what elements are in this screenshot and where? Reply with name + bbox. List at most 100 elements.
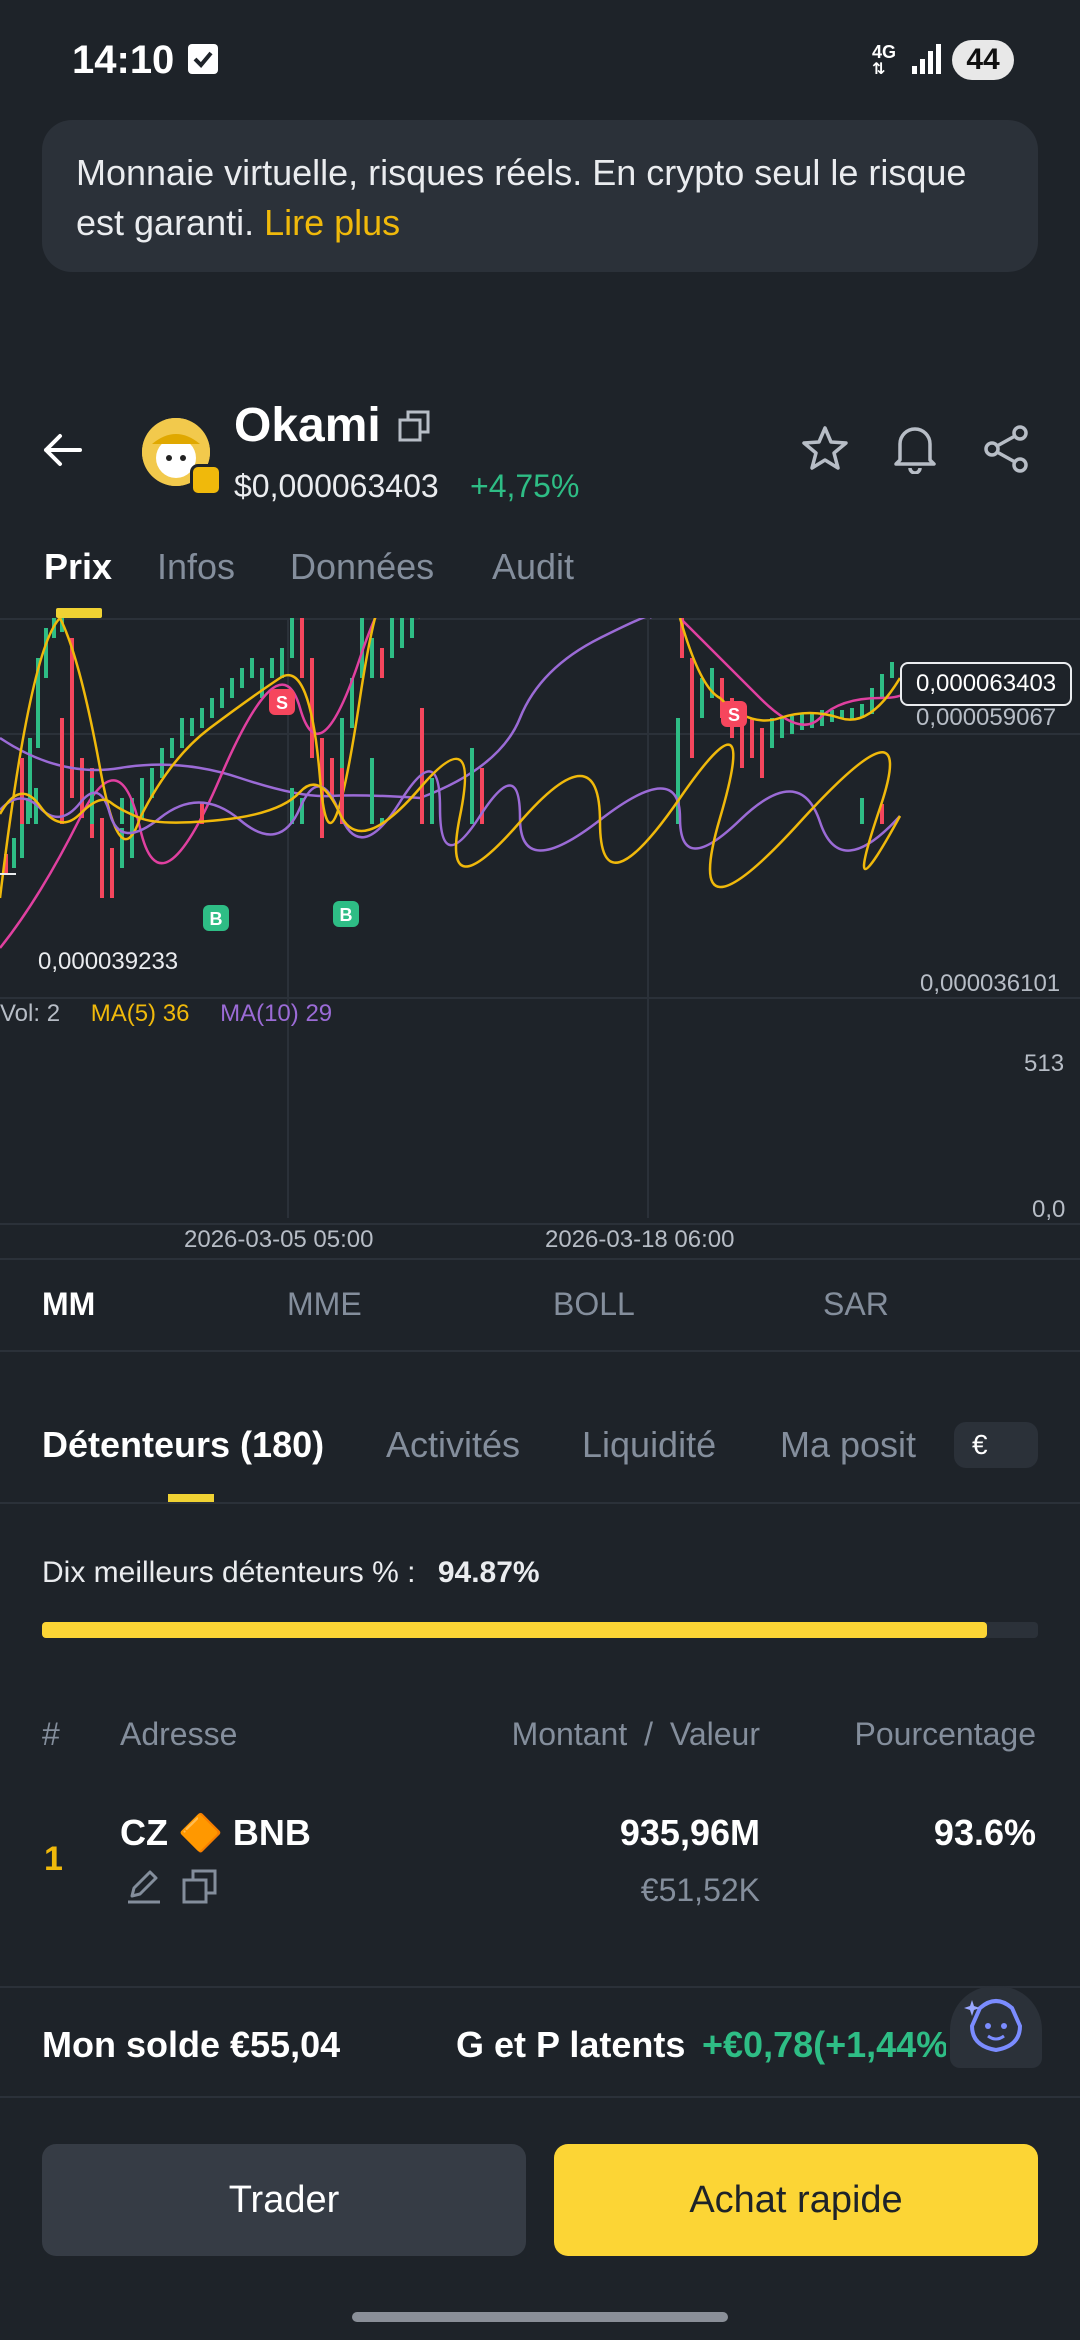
- back-arrow-icon[interactable]: [38, 426, 86, 479]
- bell-icon[interactable]: [890, 422, 940, 479]
- col-header-address: Adresse: [120, 1716, 238, 1752]
- holder-address[interactable]: CZ 🔶 BNB: [120, 1812, 311, 1854]
- ai-assistant-button[interactable]: [950, 1986, 1042, 2068]
- divider: [0, 1258, 1080, 1260]
- token-name: Okami: [234, 399, 381, 452]
- candle: [200, 708, 204, 728]
- tab-audit[interactable]: Audit: [492, 546, 574, 588]
- candle: [390, 618, 394, 658]
- tab-donnees[interactable]: Données: [290, 546, 434, 588]
- candle: [44, 628, 48, 678]
- my-balance: Mon solde €55,04: [42, 2024, 341, 2065]
- tab-my-position[interactable]: Ma posit: [780, 1424, 928, 1466]
- svg-text:B: B: [210, 909, 223, 929]
- trade-marker: B: [203, 905, 229, 931]
- volume-bar: [90, 778, 94, 824]
- candle: [100, 818, 104, 898]
- col-header-amount: Montant: [511, 1716, 628, 1752]
- divider: [0, 1350, 1080, 1352]
- candle: [690, 658, 694, 758]
- col-header-value: Valeur: [669, 1716, 760, 1752]
- volume-bar: [370, 758, 374, 824]
- chain-badge-icon: [190, 464, 222, 496]
- checkbox-notification-icon: [188, 44, 218, 74]
- candle: [160, 748, 164, 778]
- indicator-tab-mme[interactable]: MME: [287, 1286, 362, 1323]
- signal-icon: [910, 42, 944, 81]
- top10-progress-fill: [42, 1622, 987, 1638]
- top10-value: 94.87%: [437, 1556, 540, 1589]
- volume-bar: [20, 758, 24, 824]
- ma5-label: MA(5) 36: [90, 1000, 190, 1027]
- home-indicator[interactable]: [352, 2312, 728, 2322]
- trade-marker: S: [269, 689, 295, 715]
- candle: [380, 648, 384, 678]
- tab-activities[interactable]: Activités: [386, 1424, 520, 1466]
- candle: [230, 678, 234, 698]
- candle: [750, 718, 754, 758]
- token-change: +4,75%: [470, 468, 580, 504]
- candle: [110, 848, 114, 898]
- status-time: 14:10: [72, 38, 175, 82]
- tab-infos[interactable]: Infos: [157, 546, 235, 588]
- col-header-sep: /: [644, 1716, 653, 1752]
- indicator-tab-sar[interactable]: SAR: [823, 1286, 889, 1323]
- candle: [300, 618, 304, 678]
- copy-icon[interactable]: [180, 1866, 220, 1911]
- candle: [760, 728, 764, 778]
- candle: [890, 662, 894, 678]
- divider: [0, 1986, 1080, 1988]
- vol-label: Vol: 2: [0, 1000, 61, 1027]
- candle: [12, 838, 16, 868]
- row-rank: 1: [44, 1840, 63, 1878]
- unrealized-pnl-value: +€0,78(+1,44%): [702, 2024, 946, 2065]
- candle: [270, 658, 274, 678]
- candle: [340, 718, 344, 768]
- candle: [210, 698, 214, 718]
- quick-buy-button[interactable]: Achat rapide: [554, 2144, 1038, 2256]
- candle: [190, 718, 194, 736]
- col-header-percentage: Pourcentage: [854, 1716, 1036, 1752]
- currency-selector[interactable]: €: [954, 1422, 1038, 1468]
- candle: [280, 648, 284, 678]
- read-more-link[interactable]: Lire plus: [264, 202, 400, 243]
- top10-progress-bar: [42, 1622, 1038, 1638]
- candle: [770, 718, 774, 748]
- candle: [400, 618, 404, 648]
- share-icon[interactable]: [982, 424, 1032, 479]
- tab-prix[interactable]: Prix: [44, 546, 112, 588]
- tab-liquidity[interactable]: Liquidité: [582, 1424, 716, 1466]
- candle: [800, 714, 804, 730]
- battery-indicator: 44: [952, 40, 1014, 80]
- tab-holders[interactable]: Détenteurs (180): [42, 1424, 324, 1466]
- copy-icon[interactable]: [396, 408, 432, 449]
- price-level-label: 0,000059067: [916, 704, 1057, 731]
- indicator-tab-mm[interactable]: MM: [42, 1286, 95, 1323]
- candle: [810, 712, 814, 728]
- candle: [790, 716, 794, 734]
- candle: [250, 658, 254, 678]
- star-icon[interactable]: [800, 424, 850, 479]
- divider: [0, 1502, 1080, 1504]
- volume-bar: [430, 778, 434, 824]
- col-header-amount-value: Montant / Valeur: [512, 1716, 760, 1753]
- holder-amount: 935,96M: [619, 1812, 760, 1853]
- tab-indicator: [56, 608, 102, 618]
- top10-holders: Dix meilleurs détenteurs % : 94.87%: [42, 1556, 540, 1590]
- trade-button[interactable]: Trader: [42, 2144, 526, 2256]
- candle: [170, 738, 174, 758]
- candle: [370, 638, 374, 678]
- volume-bar: [26, 798, 30, 824]
- candle: [260, 668, 264, 698]
- volume-axis-min: 0,0: [1032, 1196, 1066, 1223]
- candle: [880, 674, 884, 698]
- edit-icon[interactable]: [124, 1866, 164, 1911]
- current-price-label: 0,000063403: [900, 662, 1073, 706]
- trade-marker: S: [721, 701, 747, 727]
- unrealized-pnl-label: G et P latents: [456, 2024, 686, 2065]
- candle: [410, 618, 414, 638]
- indicator-tab-boll[interactable]: BOLL: [553, 1286, 635, 1323]
- ma10-label: MA(10) 29: [220, 1000, 333, 1027]
- volume-bar: [60, 718, 64, 824]
- tab-indicator: [168, 1494, 214, 1502]
